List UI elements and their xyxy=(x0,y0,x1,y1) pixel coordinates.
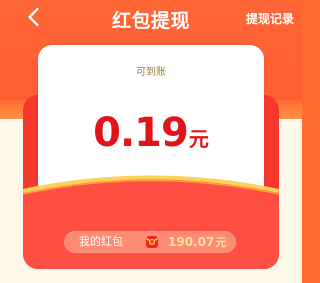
my-red-packet-summary: 我的红包 ¥ 190.07元 xyxy=(64,231,236,253)
svg-text:¥: ¥ xyxy=(150,240,154,246)
my-red-packet-amount-unit: 元 xyxy=(215,236,227,249)
red-envelope-front xyxy=(23,173,279,269)
withdrawal-record-link[interactable]: 提现记录 xyxy=(246,10,294,27)
my-red-packet-label: 我的红包 xyxy=(79,235,123,248)
my-red-packet-amount: 190.07元 xyxy=(168,235,226,250)
top-navigation-bar: 红包提现 提现记录 xyxy=(0,0,302,38)
available-amount: 0.19元 xyxy=(38,113,264,153)
red-packet-withdrawal-screen: 红包提现 提现记录 可到账 0.19元 我的红包 ¥ 190.07元 xyxy=(0,0,302,283)
red-envelope-front-shape xyxy=(23,175,279,269)
available-label: 可到账 xyxy=(136,67,166,78)
my-red-packet-amount-value: 190.07 xyxy=(168,235,215,249)
available-amount-value: 0.19 xyxy=(93,110,189,156)
red-envelope-icon: ¥ xyxy=(145,236,159,248)
available-amount-unit: 元 xyxy=(188,127,209,151)
